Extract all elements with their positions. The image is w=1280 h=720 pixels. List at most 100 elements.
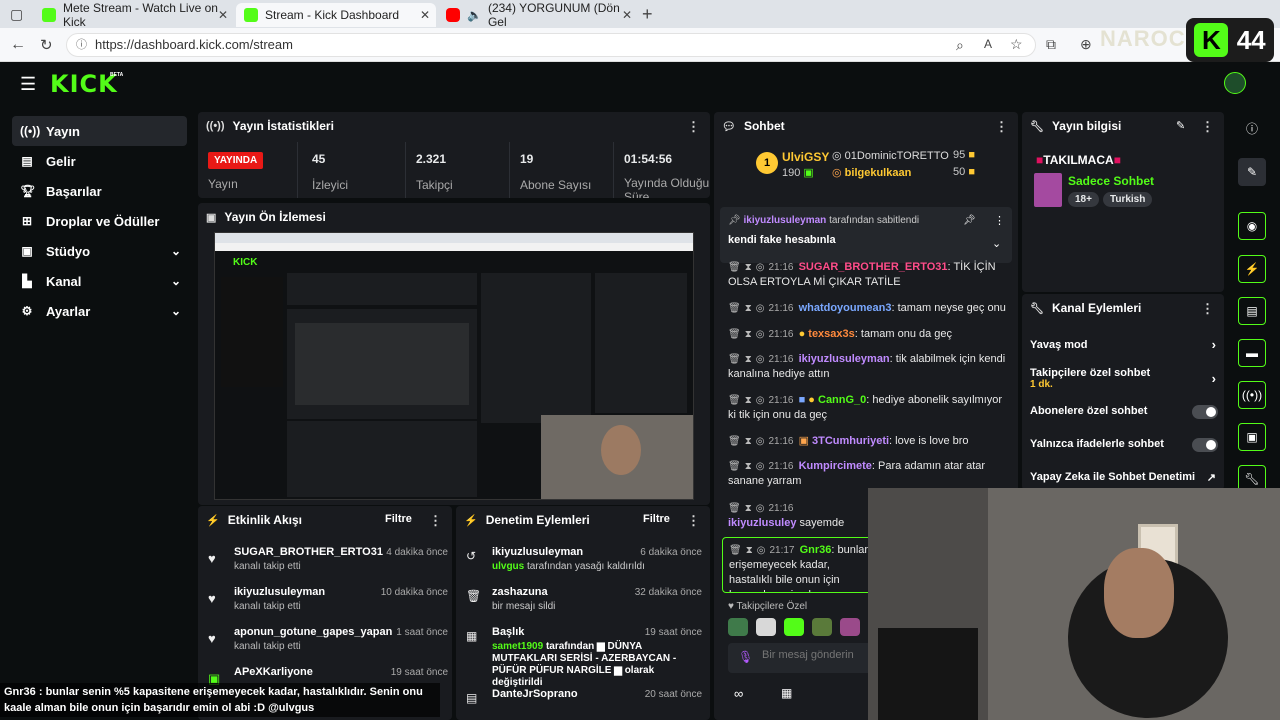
close-tab-icon[interactable]: ✕: [622, 8, 632, 22]
close-tab-icon[interactable]: ✕: [218, 8, 228, 22]
delete-icon[interactable]: 🗑︎: [728, 503, 741, 514]
more-options-icon[interactable]: ⋮: [1201, 119, 1214, 135]
mod-shield-icon[interactable]: ◎: [756, 503, 765, 514]
url-field[interactable]: ⓘ https://dashboard.kick.com/stream: [66, 33, 1036, 57]
split-screen-icon[interactable]: ⊕: [1080, 36, 1092, 53]
timeout-icon[interactable]: ⧗: [745, 395, 752, 406]
sidebar-item-kanal[interactable]: ▙ Kanal ⌄: [12, 266, 187, 296]
mod-shield-icon[interactable]: ◎: [757, 545, 766, 556]
chat-message[interactable]: 🗑︎ ⧗ ◎ 21:16 ● texsax3s: tamam onu da geç: [728, 327, 1008, 342]
layout-icon[interactable]: ▣: [1238, 423, 1266, 451]
subscribers-only-toggle[interactable]: [1192, 405, 1218, 419]
unpin-icon[interactable]: 📌︎: [963, 215, 976, 226]
edit-pencil-icon[interactable]: ✎: [1176, 119, 1185, 132]
favorite-star-icon[interactable]: ☆: [1010, 36, 1023, 53]
delete-icon[interactable]: 🗑︎: [728, 461, 741, 472]
more-options-icon[interactable]: ⋮: [1201, 301, 1214, 317]
chat-icon[interactable]: ▬: [1238, 339, 1266, 367]
delete-icon[interactable]: 🗑︎: [728, 395, 741, 406]
kick-logo[interactable]: KICK: [50, 70, 118, 98]
delete-icon[interactable]: 🗑︎: [728, 329, 741, 340]
mod-shield-icon[interactable]: ◎: [756, 461, 765, 472]
more-options-icon[interactable]: ⋮: [687, 513, 700, 529]
highlighted-chat-message[interactable]: 🗑︎ ⧗ ◎ 21:17 Gnr36: bunlar erişemeyecek kad…: [722, 537, 872, 593]
emote-icon[interactable]: [756, 618, 776, 636]
message-user[interactable]: ikiyuzlusuleyman: [799, 353, 890, 365]
followers-only-row[interactable]: Takipçilere özel sohbet 1 dk. ›: [1030, 367, 1220, 390]
browser-tab-1[interactable]: Mete Stream - Watch Live on Kick ✕: [34, 1, 234, 29]
more-options-icon[interactable]: ⋮: [429, 513, 442, 529]
message-user[interactable]: 3TCumhuriyeti: [812, 435, 889, 447]
document-icon[interactable]: ▤: [1238, 297, 1266, 325]
mod-shield-icon[interactable]: ◎: [756, 329, 765, 340]
chat-message[interactable]: 🗑︎ ⧗ ◎ 21:16 whatdoyoumean3: tamam neyse ge…: [728, 301, 1008, 316]
emote-icon[interactable]: [728, 618, 748, 636]
message-user[interactable]: whatdoyoumean3: [799, 302, 892, 314]
chat-input-field[interactable]: [762, 649, 870, 661]
site-info-icon[interactable]: ⓘ: [76, 34, 87, 56]
new-tab-icon[interactable]: +: [642, 4, 653, 25]
timeout-icon[interactable]: ⧗: [745, 436, 752, 447]
chat-message[interactable]: 🗑︎ ⧗ ◎ 21:16 ikiyuzlusuleyman: tik alabilme…: [728, 352, 1008, 382]
mod-shield-icon[interactable]: ◎: [756, 395, 765, 406]
tag-pill[interactable]: 18+: [1068, 192, 1099, 207]
chevron-down-icon[interactable]: ⌄: [992, 237, 1001, 250]
timeout-icon[interactable]: ⧗: [745, 354, 752, 365]
emote-only-toggle[interactable]: [1192, 438, 1218, 452]
timeout-icon[interactable]: ⧗: [745, 329, 752, 340]
browser-tab-3[interactable]: 🔈 (234) YORGUNUM (Dön Gel ✕: [438, 1, 638, 29]
chat-message[interactable]: 🗑︎ ⧗ ◎ 21:16 SUGAR_BROTHER_ERTO31: TİK İÇİN…: [728, 260, 1008, 290]
pinned-message[interactable]: 📌︎ ikiyuzlusuleyman tarafından sabitlend…: [720, 207, 1012, 263]
delete-icon[interactable]: 🗑︎: [728, 354, 741, 365]
tab-actions-icon[interactable]: ▢: [10, 6, 23, 23]
mod-shield-icon[interactable]: ◎: [756, 303, 765, 314]
microphone-icon[interactable]: 🎙︎: [738, 650, 753, 664]
delete-icon[interactable]: 🗑︎: [728, 436, 741, 447]
extensions-icon[interactable]: ⧉: [1046, 36, 1056, 53]
emote-icon[interactable]: [812, 618, 832, 636]
timeout-icon[interactable]: ⧗: [746, 545, 753, 556]
lightning-icon[interactable]: ⚡: [1238, 255, 1266, 283]
delete-icon[interactable]: 🗑︎: [728, 262, 741, 273]
edit-pencil-icon[interactable]: ✎: [1238, 158, 1266, 186]
emote-icon[interactable]: [784, 618, 804, 636]
close-tab-icon[interactable]: ✕: [420, 8, 430, 22]
broadcast-icon[interactable]: ((•)): [1238, 381, 1266, 409]
message-user[interactable]: CannG_0: [818, 394, 866, 406]
speaker-icon[interactable]: 🔈: [467, 8, 482, 22]
emote-picker-icon[interactable]: ∞: [734, 686, 743, 701]
sidebar-item-basarilar[interactable]: 🏆︎ Başarılar: [12, 176, 187, 206]
filter-button[interactable]: Filtre: [385, 513, 412, 525]
filter-button[interactable]: Filtre: [643, 513, 670, 525]
delete-icon[interactable]: 🗑︎: [729, 545, 742, 556]
more-options-icon[interactable]: ⋮: [995, 119, 1008, 135]
stream-preview-video[interactable]: KICK: [214, 232, 694, 500]
chat-message[interactable]: 🗑︎ ⧗ ◎ 21:16 Kumpircimete: Para adamın atar…: [728, 459, 1008, 489]
message-user[interactable]: Kumpircimete: [799, 460, 872, 472]
browser-tab-2[interactable]: Stream - Kick Dashboard ✕: [236, 3, 436, 27]
screenshot-icon[interactable]: ◉: [1238, 212, 1266, 240]
info-icon[interactable]: ⓘ: [1238, 116, 1266, 144]
sidebar-item-ayarlar[interactable]: ⚙ Ayarlar ⌄: [12, 296, 187, 326]
chat-input[interactable]: 🎙︎: [728, 643, 872, 673]
emote-icon[interactable]: [840, 618, 860, 636]
more-options-icon[interactable]: ⋮: [687, 119, 700, 135]
avatar[interactable]: [1224, 72, 1246, 94]
message-user[interactable]: ikiyuzlusuley: [728, 517, 796, 529]
top-gifter-name[interactable]: 01DominicTORETTO: [845, 150, 949, 162]
top-gifter-name[interactable]: bilgekulkaan: [845, 167, 912, 179]
back-icon[interactable]: ←: [10, 36, 26, 54]
message-user[interactable]: texsax3s: [808, 328, 855, 340]
delete-icon[interactable]: 🗑︎: [728, 303, 741, 314]
sidebar-item-studyo[interactable]: ▣ Stüdyo ⌄: [12, 236, 187, 266]
timeout-icon[interactable]: ⧗: [745, 461, 752, 472]
top-gifter-name[interactable]: UlviGSY: [782, 150, 829, 164]
category-name[interactable]: Sadece Sohbet: [1068, 174, 1154, 188]
timeout-icon[interactable]: ⧗: [745, 503, 752, 514]
message-user[interactable]: Gnr36: [800, 544, 832, 556]
sidebar-item-droplar[interactable]: ⊞ Droplar ve Ödüller: [12, 206, 187, 236]
mod-shield-icon[interactable]: ◎: [756, 436, 765, 447]
hamburger-menu-icon[interactable]: ☰: [20, 74, 36, 95]
store-icon[interactable]: ▦: [781, 686, 792, 700]
category-thumbnail[interactable]: [1034, 173, 1062, 207]
